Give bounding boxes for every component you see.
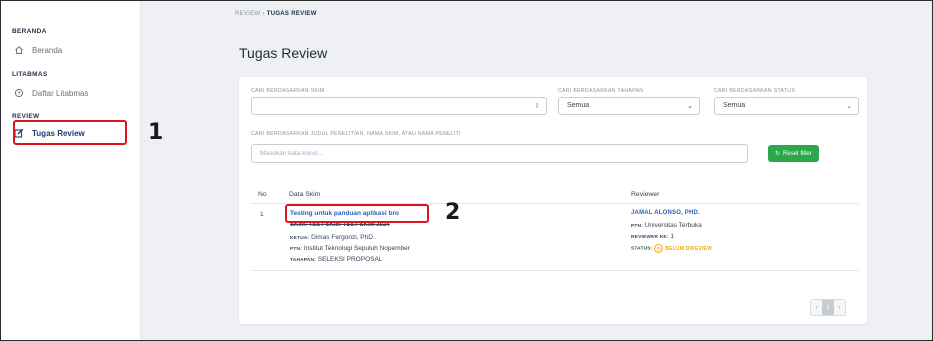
sidebar-section-review: REVIEW <box>12 113 40 120</box>
sidebar-item-label: Beranda <box>32 45 63 55</box>
skim-select[interactable]: ⇕ <box>251 97 547 115</box>
filter-skim-label: CARI BERDASARKAN SKIM <box>251 88 325 94</box>
status-select[interactable]: Semua ⌄ <box>714 97 859 115</box>
clock-icon <box>14 88 24 98</box>
search-placeholder: Masukan kata kunci... <box>260 150 323 157</box>
highlight-box-tugas-review <box>13 120 127 145</box>
pagination-prev-button[interactable]: ‹ <box>811 300 822 315</box>
step-number-2: 2 <box>445 200 461 225</box>
column-header-data-skim: Data Skim <box>289 191 321 198</box>
search-input[interactable]: Masukan kata kunci... <box>251 144 748 163</box>
clock-icon: ◷ <box>654 244 664 253</box>
row-number: 1 <box>260 211 264 218</box>
pagination: ‹ 1 › <box>810 299 846 316</box>
sidebar-section-litabmas: LITABMAS <box>12 71 48 78</box>
sidebar-item-beranda[interactable]: Beranda <box>14 45 62 55</box>
chevron-down-icon: ⌄ <box>846 103 852 110</box>
ptn-label: PTN: <box>290 247 302 252</box>
ptn-line: PTN: Institut Teknologi Sepuluh Nopember <box>290 245 410 252</box>
ketua-line: KETUA: Dimas Fergonzi, PhD. <box>290 234 375 241</box>
reset-filter-button[interactable]: ↻ Reset filter <box>768 145 819 162</box>
app-frame: BERANDA Beranda LITABMAS Daftar Litabmas… <box>0 0 933 341</box>
column-header-reviewer: Reviewer <box>631 191 660 198</box>
page-title: Tugas Review <box>239 45 328 61</box>
breadcrumb-parent[interactable]: REVIEW <box>235 11 260 17</box>
status-label: STATUS: <box>631 246 653 252</box>
ketua-label: KETUA: <box>290 236 310 241</box>
reviewer-ke-value: 1 <box>670 233 675 240</box>
refresh-icon: ↻ <box>775 151 781 157</box>
tahapan-select-value: Semua <box>567 102 590 109</box>
reviewer-ke-label: REVIEWER KE: <box>631 235 669 240</box>
table-row-divider <box>251 270 859 271</box>
review-card: CARI BERDASARKAN SKIM CARI BERDASARKAN T… <box>239 77 867 324</box>
chevron-down-icon: ⌄ <box>687 103 693 110</box>
tahapan-label: TAHAPAN: <box>290 258 316 263</box>
sidebar-section-beranda: BERANDA <box>12 28 47 35</box>
breadcrumb-separator: › <box>262 11 265 17</box>
reviewer-ptn-line: PTN: Universitas Terbuka <box>631 222 702 229</box>
step-number-1: 1 <box>148 120 164 145</box>
tahapan-value: SELEKSI PROPOSAL <box>317 256 383 263</box>
breadcrumb: REVIEW › TUGAS REVIEW <box>235 11 317 17</box>
tahapan-select[interactable]: Semua ⌄ <box>558 97 700 115</box>
pagination-next-button[interactable]: › <box>834 300 845 315</box>
sidebar-item-daftar-litabmas[interactable]: Daftar Litabmas <box>14 88 88 98</box>
reviewer-ptn-label: PTN: <box>631 224 643 229</box>
sidebar: BERANDA Beranda LITABMAS Daftar Litabmas… <box>1 1 141 340</box>
filter-tahapan-label: CARI BERDASARKAN TAHAPAN <box>558 88 644 94</box>
status-line: STATUS: ◷ BELUM DIREVIEW <box>631 244 712 253</box>
search-label: CARI BERDASARKAN JUDUL PENELITIAN, NAMA … <box>251 131 461 137</box>
status-value: BELUM DIREVIEW <box>665 245 712 252</box>
up-down-caret-icon: ⇕ <box>534 103 540 110</box>
status-badge: ◷ BELUM DIREVIEW <box>654 244 712 253</box>
reset-filter-label: Reset filter <box>783 150 812 157</box>
filter-status-label: CARI BERDASARKAN STATUS <box>714 88 796 94</box>
reviewer-name: JAMAL ALONSO, PHD. <box>631 210 700 216</box>
ketua-value: Dimas Fergonzi, PhD. <box>311 234 375 241</box>
status-select-value: Semua <box>723 102 746 109</box>
reviewer-ptn-value: Universitas Terbuka <box>644 222 702 229</box>
highlight-box-skim-title <box>285 204 429 223</box>
pagination-page-1[interactable]: 1 <box>822 300 834 315</box>
reviewer-ke-line: REVIEWER KE: 1 <box>631 233 674 240</box>
tahapan-line: TAHAPAN: SELEKSI PROPOSAL <box>290 256 382 263</box>
column-header-no: No <box>258 191 267 198</box>
breadcrumb-current: TUGAS REVIEW <box>266 11 317 17</box>
ptn-value: Institut Teknologi Sepuluh Nopember <box>303 245 410 252</box>
sidebar-item-label: Daftar Litabmas <box>32 88 89 98</box>
home-icon <box>15 46 23 54</box>
